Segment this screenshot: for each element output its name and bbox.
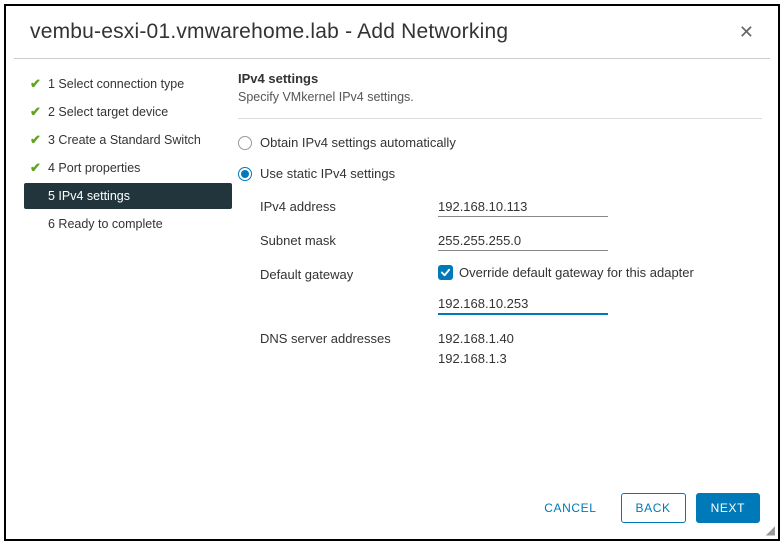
resize-handle-icon[interactable]: ◢ xyxy=(766,524,775,536)
check-icon: ✔ xyxy=(30,75,42,93)
subnet-mask-label: Subnet mask xyxy=(260,231,438,248)
back-button[interactable]: BACK xyxy=(621,493,686,523)
default-gateway-input[interactable] xyxy=(438,294,608,315)
step-ipv4-settings[interactable]: 5 IPv4 settings xyxy=(24,183,232,209)
radio-auto-label: Obtain IPv4 settings automatically xyxy=(260,135,456,150)
panel-subheading: Specify VMkernel IPv4 settings. xyxy=(238,90,762,104)
radio-auto[interactable]: Obtain IPv4 settings automatically xyxy=(238,135,762,150)
cancel-button[interactable]: CANCEL xyxy=(530,494,610,522)
step-target-device[interactable]: ✔ 2 Select target device xyxy=(24,99,232,125)
add-networking-dialog: vembu-esxi-01.vmwarehome.lab - Add Netwo… xyxy=(4,4,780,541)
override-gateway-checkbox[interactable]: Override default gateway for this adapte… xyxy=(438,265,762,280)
ipv4-address-input[interactable] xyxy=(438,197,608,217)
step-connection-type[interactable]: ✔ 1 Select connection type xyxy=(24,71,232,97)
settings-panel: IPv4 settings Specify VMkernel IPv4 sett… xyxy=(232,71,762,479)
titlebar: vembu-esxi-01.vmwarehome.lab - Add Netwo… xyxy=(14,6,770,59)
radio-static[interactable]: Use static IPv4 settings xyxy=(238,166,762,181)
radio-icon xyxy=(238,136,252,150)
dns-addresses-label: DNS server addresses xyxy=(260,329,438,346)
dns-address-2: 192.168.1.3 xyxy=(438,349,762,369)
override-gateway-label: Override default gateway for this adapte… xyxy=(459,265,694,280)
checkbox-icon xyxy=(438,265,453,280)
ipv4-address-label: IPv4 address xyxy=(260,197,438,214)
dns-address-1: 192.168.1.40 xyxy=(438,329,762,349)
close-icon[interactable]: ✕ xyxy=(739,22,754,43)
wizard-steps: ✔ 1 Select connection type ✔ 2 Select ta… xyxy=(24,71,232,479)
default-gateway-label: Default gateway xyxy=(260,265,438,282)
check-icon: ✔ xyxy=(30,131,42,149)
dialog-title: vembu-esxi-01.vmwarehome.lab - Add Netwo… xyxy=(30,20,508,44)
step-ready-complete[interactable]: 6 Ready to complete xyxy=(24,211,232,237)
divider xyxy=(238,118,762,119)
check-icon: ✔ xyxy=(30,159,42,177)
radio-icon xyxy=(238,167,252,181)
check-icon: ✔ xyxy=(30,103,42,121)
dialog-footer: CANCEL BACK NEXT xyxy=(6,479,778,539)
step-standard-switch[interactable]: ✔ 3 Create a Standard Switch xyxy=(24,127,232,153)
next-button[interactable]: NEXT xyxy=(696,493,760,523)
subnet-mask-input[interactable] xyxy=(438,231,608,251)
step-port-properties[interactable]: ✔ 4 Port properties xyxy=(24,155,232,181)
radio-static-label: Use static IPv4 settings xyxy=(260,166,395,181)
panel-heading: IPv4 settings xyxy=(238,71,762,86)
